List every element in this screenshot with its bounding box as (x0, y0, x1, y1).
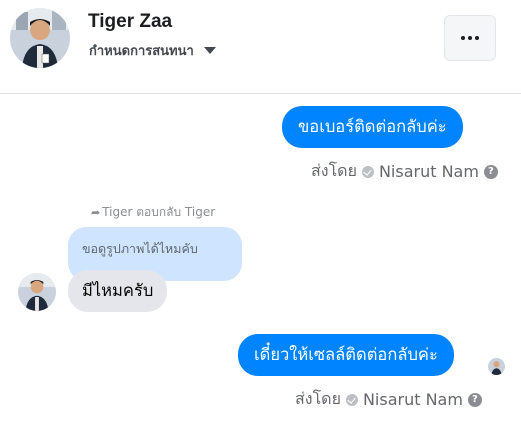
sender-name[interactable]: Nisarut Nam (363, 390, 463, 409)
reply-note-text: Tiger ตอบกลับ Tiger (102, 205, 216, 219)
sent-by-line: ส่งโดย Nisarut Nam ? (311, 159, 498, 184)
contact-avatar[interactable] (10, 8, 70, 68)
seen-avatar (488, 358, 505, 375)
check-circle-icon (345, 393, 358, 406)
conversation-settings-label: กำหนดการสนทนา (89, 44, 194, 59)
more-options-button[interactable] (444, 15, 496, 61)
sent-by-prefix: ส่งโดย (295, 389, 341, 408)
reply-note: ➦ Tiger ตอบกลับ Tiger (91, 203, 215, 222)
contact-avatar-small[interactable] (18, 273, 56, 311)
more-dots-icon-part (468, 36, 472, 40)
conversation-settings-dropdown[interactable]: กำหนดการสนทนา (89, 40, 216, 61)
more-dots-icon-part (475, 36, 479, 40)
check-circle-icon (361, 165, 374, 178)
contact-name: Tiger Zaa (88, 11, 173, 32)
incoming-message-bubble[interactable]: มีไหมครับ (68, 270, 168, 312)
help-icon[interactable]: ? (483, 164, 498, 179)
outgoing-message-bubble[interactable]: เดี๋ยวให้เซลล์ติดต่อกลับค่ะ (238, 334, 454, 376)
reply-arrow-icon: ➦ (91, 206, 101, 219)
chevron-down-icon (203, 47, 216, 54)
sender-name[interactable]: Nisarut Nam (379, 162, 479, 181)
more-dots-icon (461, 36, 465, 40)
conversation-header: Tiger Zaa กำหนดการสนทนา (0, 0, 521, 94)
help-icon[interactable]: ? (467, 392, 482, 407)
quoted-message-text: ขอดูรูปภาพได้ไหมคับ (82, 241, 198, 256)
sent-by-prefix: ส่งโดย (311, 161, 357, 180)
outgoing-message-bubble[interactable]: ขอเบอร์ติดต่อกลับค่ะ (282, 106, 463, 148)
sent-by-line: ส่งโดย Nisarut Nam ? (295, 387, 482, 412)
